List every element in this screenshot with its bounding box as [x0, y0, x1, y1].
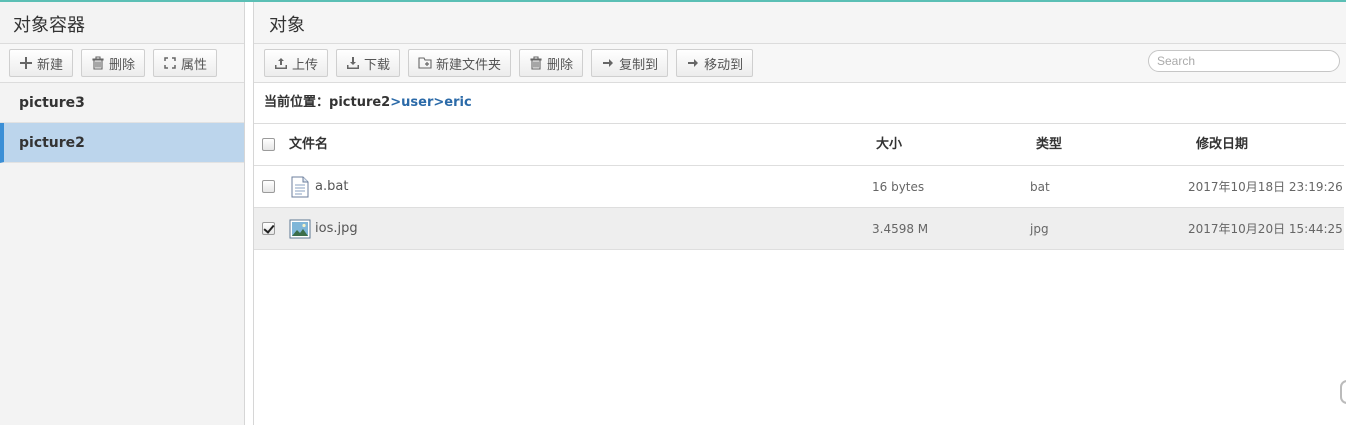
object-table: 文件名 大小 类型 修改日期 a.bat 16 bytes bat 2017年1… [254, 124, 1344, 250]
column-header-name[interactable]: 文件名 [289, 124, 328, 166]
copy-to-button[interactable]: 复制到 [591, 49, 669, 77]
move-to-button[interactable]: 移动到 [676, 49, 754, 77]
new-folder-icon [418, 57, 432, 69]
file-modified-date: 2017年10月18日 23:19:26 [1188, 180, 1343, 194]
container-properties-label: 属性 [181, 56, 208, 72]
trash-icon [530, 56, 542, 70]
file-size: 3.4598 M [872, 222, 929, 236]
text-file-icon [291, 176, 309, 198]
container-list: picture3 picture2 [0, 83, 244, 163]
file-name-cell: ios.jpg [289, 208, 358, 250]
column-header-size[interactable]: 大小 [876, 124, 902, 166]
scroll-handle[interactable] [1340, 380, 1346, 404]
expand-icon [164, 57, 176, 69]
breadcrumb-root: picture2 [329, 95, 391, 110]
column-header-date[interactable]: 修改日期 [1196, 124, 1248, 166]
breadcrumb-separator: > [390, 95, 402, 110]
file-modified-date: 2017年10月20日 15:44:25 [1188, 222, 1343, 236]
new-folder-label: 新建文件夹 [436, 56, 502, 72]
table-header-row: 文件名 大小 类型 修改日期 [254, 124, 1344, 166]
select-all-cell [262, 124, 275, 166]
file-type: bat [1030, 180, 1050, 194]
download-icon [347, 57, 360, 69]
file-type: jpg [1030, 222, 1049, 236]
object-toolbar: 上传 下载 新建文件夹 删除 复制到 移动到 [254, 44, 1346, 83]
row-checkbox[interactable] [262, 180, 275, 193]
breadcrumb-separator: > [433, 95, 445, 110]
upload-icon [275, 58, 287, 69]
table-row[interactable]: a.bat 16 bytes bat 2017年10月18日 23:19:26 [254, 166, 1344, 208]
delete-container-label: 删除 [109, 56, 136, 72]
row-select-cell [262, 166, 275, 208]
plus-icon [20, 57, 32, 69]
container-toolbar: 新建 删除 属性 [0, 44, 244, 83]
file-name-cell: a.bat [289, 166, 348, 208]
container-item-picture3[interactable]: picture3 [0, 83, 244, 123]
file-name[interactable]: a.bat [315, 166, 348, 208]
search-input[interactable] [1148, 50, 1340, 72]
arrow-right-icon [603, 59, 614, 67]
container-properties-button[interactable]: 属性 [153, 49, 218, 77]
container-item-picture2[interactable]: picture2 [0, 123, 244, 163]
container-panel-title: 对象容器 [0, 2, 244, 44]
arrow-right-icon [688, 59, 699, 67]
row-checkbox[interactable] [262, 222, 275, 235]
upload-button[interactable]: 上传 [264, 49, 329, 77]
trash-icon [92, 56, 104, 70]
delete-object-label: 删除 [547, 56, 574, 72]
move-to-label: 移动到 [704, 56, 744, 72]
file-size: 16 bytes [872, 180, 925, 194]
new-container-label: 新建 [37, 56, 64, 72]
table-row[interactable]: ios.jpg 3.4598 M jpg 2017年10月20日 15:44:2… [254, 208, 1344, 250]
app-window: 对象容器 新建 删除 属性 picture3 picture2 对象 上传 下载… [0, 0, 1346, 425]
container-panel: 对象容器 新建 删除 属性 picture3 picture2 [0, 2, 245, 425]
download-button[interactable]: 下载 [336, 49, 401, 77]
copy-to-label: 复制到 [619, 56, 659, 72]
delete-object-button[interactable]: 删除 [519, 49, 584, 77]
breadcrumb-item-user[interactable]: user [401, 95, 433, 110]
column-header-type[interactable]: 类型 [1036, 124, 1062, 166]
row-select-cell [262, 208, 275, 250]
new-container-button[interactable]: 新建 [9, 49, 74, 77]
select-all-checkbox[interactable] [262, 138, 275, 151]
breadcrumb-item-eric[interactable]: eric [444, 95, 471, 110]
breadcrumb-label: 当前位置： [264, 95, 330, 110]
image-file-icon [289, 219, 311, 239]
file-name[interactable]: ios.jpg [315, 208, 358, 250]
object-panel: 对象 上传 下载 新建文件夹 删除 复制到 移动到 Search 当前位置：pi… [253, 2, 1346, 425]
object-panel-title: 对象 [254, 2, 1346, 44]
delete-container-button[interactable]: 删除 [81, 49, 146, 77]
download-label: 下载 [364, 56, 391, 72]
breadcrumb: 当前位置：picture2>user>eric [254, 83, 1346, 124]
new-folder-button[interactable]: 新建文件夹 [408, 49, 512, 77]
upload-label: 上传 [292, 56, 319, 72]
